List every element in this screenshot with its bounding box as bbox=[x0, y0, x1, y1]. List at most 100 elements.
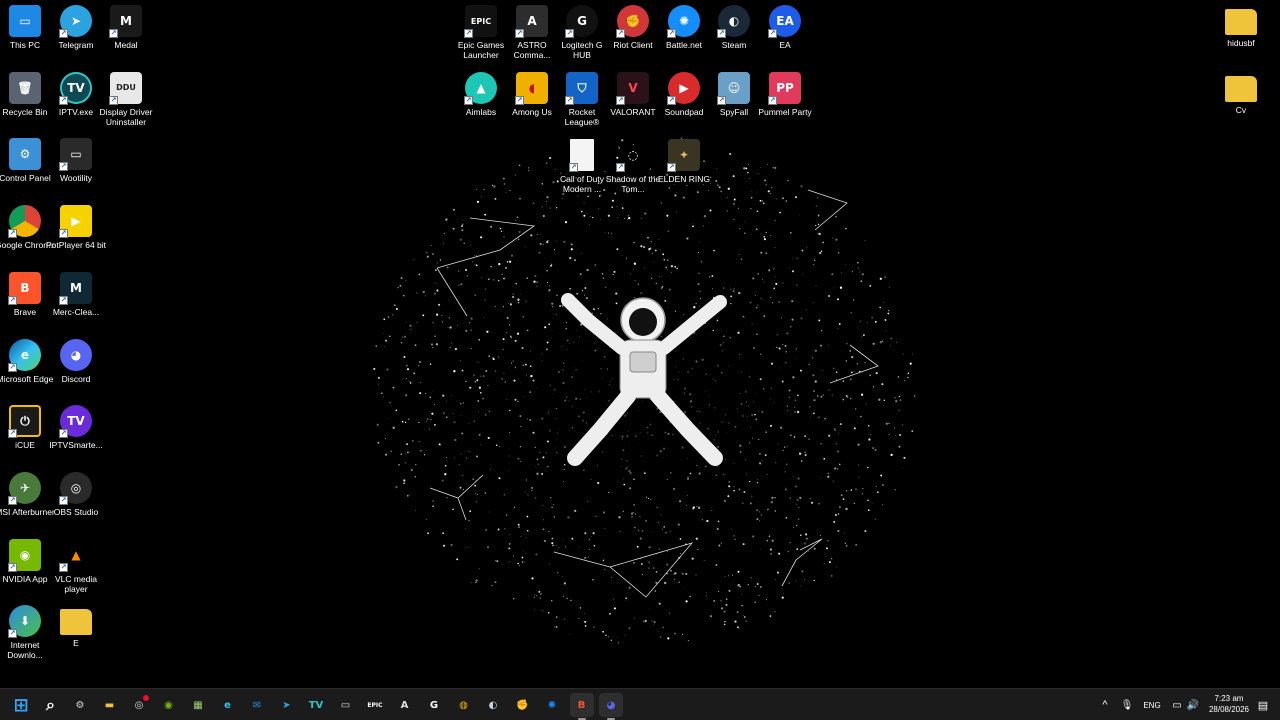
desktop-icon-obs-studio[interactable]: ◎ ↗ OBS Studio bbox=[51, 471, 101, 517]
desktop-icon-medal[interactable]: M ↗ Medal bbox=[101, 5, 151, 50]
desktop-icon-microsoft-edge[interactable]: e ↗ Microsoft Edge bbox=[0, 338, 53, 384]
taskbar-obs-studio-button[interactable]: ◎ bbox=[127, 693, 151, 717]
desktop-icon-google-chrome[interactable]: ↗ Google Chrome bbox=[0, 205, 55, 250]
taskbar-telegram-button[interactable]: ➤ bbox=[275, 693, 299, 717]
desktop-icon-battle-net[interactable]: ✺ ↗ Battle.net bbox=[659, 5, 709, 50]
desktop-icon-iptv-exe[interactable]: TV ↗ IPTV.exe bbox=[51, 71, 101, 117]
taskbar-outlook-button[interactable]: ✉ bbox=[245, 693, 269, 717]
notifications-icon[interactable]: ▤ bbox=[1254, 689, 1272, 720]
wootility-icon: ▭ ↗ bbox=[59, 138, 92, 172]
taskbar-battlenet-button[interactable]: ✺ bbox=[540, 693, 564, 717]
desktop[interactable]: ▭ This PC 🗑 Recycle Bin ⚙ Control Panel ↗ Googl… bbox=[0, 0, 1280, 688]
gpu-tool-icon: ▦ bbox=[193, 699, 203, 711]
taskbar-edge-button[interactable]: e bbox=[216, 693, 240, 717]
desktop-icon-discord[interactable]: ◕ Discord bbox=[51, 338, 101, 384]
taskbar-riot-client-button[interactable]: ✊ bbox=[511, 693, 535, 717]
taskbar-steam-button[interactable]: ◐ bbox=[481, 693, 505, 717]
desktop-icon-pummel-party[interactable]: PP ↗ Pummel Party bbox=[758, 72, 812, 117]
ea-icon: EA ↗ bbox=[768, 5, 801, 38]
control-panel-icon: ⚙ bbox=[9, 138, 41, 171]
edge-icon: e ↗ bbox=[8, 338, 41, 372]
desktop-icon-nvidia-app[interactable]: ◉ ↗ NVIDIA App bbox=[0, 538, 50, 584]
desktop-icon-call-of-duty-modern[interactable]: ↗ Call of Duty Modern ... bbox=[557, 139, 607, 194]
desktop-icon-logitech-g-hub[interactable]: G ↗ Logitech G HUB bbox=[557, 5, 607, 60]
desktop-icon-among-us[interactable]: ◖ ↗ Among Us bbox=[507, 72, 557, 117]
desktop-icon-shadow-of-the-tom[interactable]: ◌ ↗ Shadow of the Tom... bbox=[606, 139, 660, 194]
desktop-icon-riot-client[interactable]: ✊ ↗ Riot Client bbox=[608, 5, 658, 50]
taskbar-settings-gear-button[interactable]: ⚙ bbox=[68, 693, 92, 717]
language-indicator[interactable]: ENG bbox=[1140, 689, 1164, 720]
rocket-league-icon: ⛉ ↗ bbox=[565, 72, 598, 105]
desktop-icon-rocket-league[interactable]: ⛉ ↗ Rocket League® bbox=[557, 72, 607, 127]
tray-overflow-chevron-icon[interactable]: ^ bbox=[1096, 689, 1114, 720]
icon-glyph: ✦ bbox=[678, 148, 690, 162]
desktop-icon-steam[interactable]: ◐ ↗ Steam bbox=[709, 5, 759, 50]
icon-glyph: A bbox=[527, 14, 537, 28]
battlenet-icon: ✺ ↗ bbox=[667, 5, 700, 38]
microphone-icon[interactable]: 🎙 bbox=[1118, 689, 1136, 720]
shortcut-arrow-icon: ↗ bbox=[59, 29, 68, 38]
icon-glyph: ◉ bbox=[19, 547, 31, 562]
shortcut-arrow-icon: ↗ bbox=[8, 562, 17, 572]
icon-glyph: ◌ bbox=[627, 148, 639, 162]
settings-gear-icon: ⚙ bbox=[75, 699, 85, 711]
taskbar-search-button[interactable]: ⌕ bbox=[39, 693, 63, 717]
desktop-icon-merc-clea[interactable]: M ↗ Merc-Clea... bbox=[51, 271, 101, 317]
taskbar-clock[interactable]: 7:23 am 28/08/2026 bbox=[1204, 693, 1254, 715]
brave-icon: B bbox=[577, 699, 586, 711]
desktop-icon-internet-downlo[interactable]: ⬇ ↗ Internet Downlo... bbox=[0, 605, 50, 660]
desktop-icon-epic-games-launcher[interactable]: EPIC ↗ Epic Games Launcher bbox=[456, 5, 506, 60]
desktop-icon-display-driver-uninstaller[interactable]: DDU ↗ Display Driver Uninstaller bbox=[100, 71, 152, 127]
taskbar: ⊞ ⌕ ⚙ ▬ ◎ ◉ ▦ e ✉ ➤ TV ▭ EPIC A G ◍ ◐ ✊ ✺ B ◕ ^ 🎙 ENG ▭ 🔊 7:… bbox=[0, 688, 1280, 720]
desktop-icon-telegram[interactable]: ➤ ↗ Telegram bbox=[51, 5, 101, 50]
taskbar-brave-button[interactable]: B bbox=[569, 693, 594, 720]
taskbar-gpu-tool-button[interactable]: ▦ bbox=[186, 693, 210, 717]
taskbar-nvidia-button[interactable]: ◉ bbox=[157, 693, 181, 717]
shortcut-arrow-icon: ↗ bbox=[59, 295, 68, 305]
desktop-icon-soundpad[interactable]: ▶ ↗ Soundpad bbox=[659, 72, 709, 117]
desktop-icon-e[interactable]: E bbox=[51, 605, 101, 648]
desktop-icon-vlc-media-player[interactable]: ▲ ↗ VLC media player bbox=[51, 539, 101, 594]
taskbar-astro-command-button[interactable]: A bbox=[393, 693, 417, 717]
taskbar-chrome-button[interactable]: ◍ bbox=[452, 693, 476, 717]
astronaut bbox=[535, 293, 755, 473]
desktop-icon-control-panel[interactable]: ⚙ Control Panel bbox=[0, 138, 51, 183]
desktop-icon-aimlabs[interactable]: ▲ ↗ Aimlabs bbox=[456, 72, 506, 117]
desktop-icon-wootility[interactable]: ▭ ↗ Wootility bbox=[51, 138, 101, 183]
icon-glyph: TV bbox=[67, 80, 85, 95]
desktop-icon-label: Wootility bbox=[60, 173, 92, 184]
taskbar-wootility-button[interactable]: ▭ bbox=[334, 693, 358, 717]
desktop-icon-msi-afterburner[interactable]: ✈ ↗ MSI Afterburner bbox=[0, 471, 55, 517]
icon-glyph: ✈ bbox=[19, 480, 31, 495]
taskbar-windows-start-button[interactable]: ⊞ bbox=[9, 693, 33, 717]
logitech-ghub-icon: G bbox=[429, 699, 439, 711]
desktop-icon-astro-comma[interactable]: A ↗ ASTRO Comma... bbox=[507, 5, 557, 60]
this-pc-icon: ▭ bbox=[9, 5, 41, 37]
desktop-icon-cv[interactable]: Cv bbox=[1216, 72, 1266, 115]
icon-glyph: ◎ bbox=[70, 480, 82, 495]
iptv-smarters-icon: TV ↗ bbox=[59, 405, 92, 439]
desktop-icon-valorant[interactable]: V ↗ VALORANT bbox=[608, 72, 658, 117]
desktop-icon-this-pc[interactable]: ▭ This PC bbox=[0, 5, 50, 50]
desktop-icon-recycle-bin[interactable]: 🗑 Recycle Bin bbox=[0, 71, 50, 117]
volume-icon[interactable]: 🔊 bbox=[1184, 689, 1202, 720]
elden-ring-icon: ✦ ↗ bbox=[667, 139, 700, 172]
desktop-icon-ea[interactable]: EA ↗ EA bbox=[760, 5, 810, 50]
clock-date: 28/08/2026 bbox=[1208, 705, 1250, 714]
telegram-icon: ➤ bbox=[282, 699, 291, 711]
desktop-icon-spyfall[interactable]: ☺ ↗ SpyFall bbox=[709, 72, 759, 117]
taskbar-iptv-button[interactable]: TV bbox=[304, 693, 328, 717]
taskbar-epic-games-button[interactable]: EPIC bbox=[363, 693, 387, 717]
desktop-icon-icue[interactable]: ⏻ ↗ iCUE bbox=[0, 405, 50, 450]
desktop-icon-iptvsmarte[interactable]: TV ↗ IPTVSmarte... bbox=[49, 405, 103, 450]
desktop-icon-hidusbf[interactable]: hidusbf bbox=[1216, 5, 1266, 48]
taskbar-file-explorer-button[interactable]: ▬ bbox=[98, 693, 122, 717]
shortcut-arrow-icon: ↗ bbox=[8, 495, 17, 505]
taskbar-discord-button[interactable]: ◕ bbox=[599, 693, 623, 720]
desktop-icon-potplayer-64-bit[interactable]: ▶ ↗ PotPlayer 64 bit bbox=[46, 205, 106, 250]
desktop-icon-brave[interactable]: B ↗ Brave bbox=[0, 271, 50, 317]
desktop-icon-elden-ring[interactable]: ✦ ↗ ELDEN RING bbox=[658, 139, 710, 184]
nvidia-icon: ◉ ↗ bbox=[8, 538, 41, 572]
taskbar-logitech-ghub-button[interactable]: G bbox=[422, 693, 446, 717]
icon-glyph: PP bbox=[776, 81, 794, 95]
